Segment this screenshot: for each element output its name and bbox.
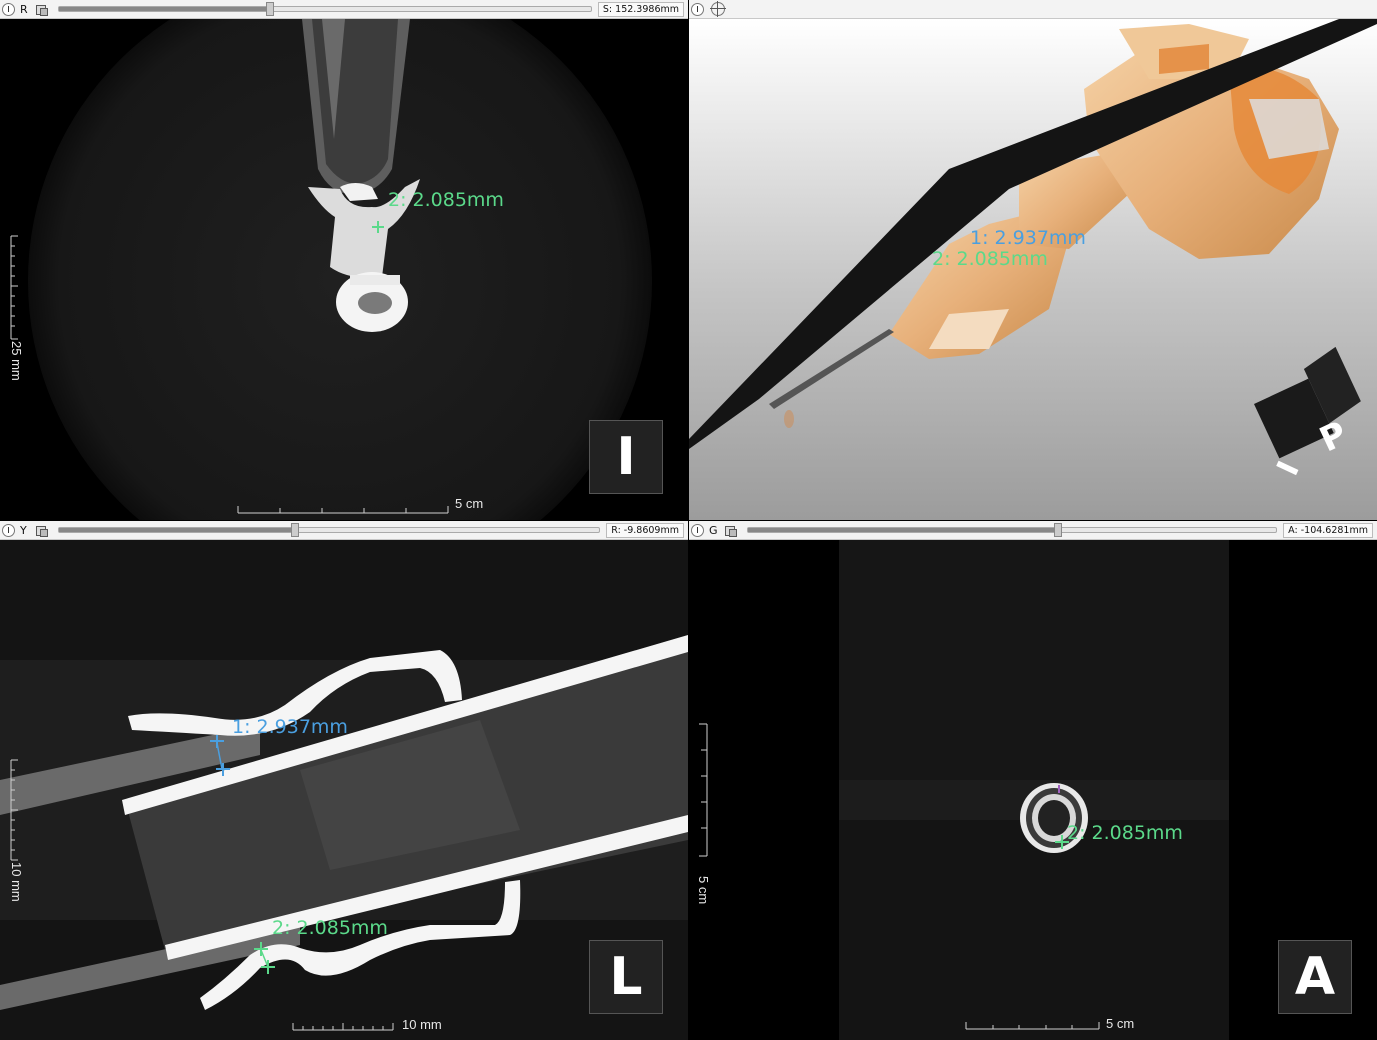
link-views-icon[interactable] [34,524,48,537]
view-top-left[interactable]: R S: 152.3986mm 2: 2.085mm 25 mm 5 cm I [0,0,688,520]
threed-render-canvas[interactable]: 1: 2.937mm 2: 2.085mm P I [689,19,1377,520]
view-controller-toggle-icon[interactable] [2,523,15,537]
slice-toolbar-bottom-left: Y R: -9.8609mm [0,521,688,540]
threed-toolbar [689,0,1377,19]
measurement-label-1[interactable]: 1: 2.937mm [970,227,1086,249]
measurement-label-2[interactable]: 2: 2.085mm [272,917,388,939]
view-bottom-right[interactable]: G A: -104.6281mm 2: 2.085mm 5 cm 5 cm A [689,521,1377,1040]
view-color-letter: R [20,2,28,16]
vertical-scale-label: 10 mm [9,862,24,902]
orientation-marker: A [1278,940,1352,1014]
slice-toolbar-bottom-right: G A: -104.6281mm [689,521,1377,540]
horizontal-scale-label: 5 cm [1106,1016,1135,1031]
orientation-marker: L [589,940,663,1014]
link-views-icon[interactable] [723,524,737,537]
view-controller-toggle-icon[interactable] [691,523,704,537]
vertical-scale-label: 25 mm [9,341,24,381]
slice-offset-slider[interactable] [58,523,601,537]
horizontal-scale-label: 10 mm [402,1017,442,1032]
view-controller-toggle-icon[interactable] [691,2,704,16]
vertical-scale-label: 5 cm [696,876,711,905]
axial-image-canvas[interactable]: 2: 2.085mm 25 mm 5 cm I [0,19,688,520]
measurement-label-2[interactable]: 2: 2.085mm [1067,822,1183,844]
measurement-label-1[interactable]: 1: 2.937mm [232,716,348,738]
slider-handle[interactable] [1054,523,1063,537]
slider-fill [59,528,292,532]
view-color-letter: G [709,523,718,537]
slice-offset-slider[interactable] [58,2,592,16]
view-color-letter: Y [20,523,27,537]
link-views-icon[interactable] [34,3,48,16]
view-3d[interactable]: 1: 2.937mm 2: 2.085mm P I [689,0,1377,520]
measurement-label-2[interactable]: 2: 2.085mm [388,189,504,211]
sagittal-ct-slice [0,540,688,1040]
measurement-label-2[interactable]: 2: 2.085mm [932,248,1048,270]
view-controller-toggle-icon[interactable] [2,2,15,16]
slider-fill [59,7,267,11]
slice-offset-slider[interactable] [747,523,1278,537]
orientation-marker: I [589,420,663,494]
slice-offset-readout: R: -9.8609mm [606,522,684,538]
slice-offset-readout: S: 152.3986mm [597,1,684,17]
sagittal-image-canvas[interactable]: 1: 2.937mm 2: 2.085mm 10 mm 10 mm L [0,540,688,1040]
slice-offset-readout: A: -104.6281mm [1283,522,1373,538]
slice-toolbar-top-left: R S: 152.3986mm [0,0,688,19]
axial-ct-slice [0,19,688,520]
horizontal-scale-label: 5 cm [455,496,484,511]
center-target-icon[interactable] [710,1,726,17]
slider-handle[interactable] [291,523,300,537]
view-bottom-left[interactable]: Y R: -9.8609mm 1: 2.937mm 2: 2.085mm 10 … [0,521,688,1040]
slider-handle[interactable] [266,2,275,16]
coronal-ct-slice [689,540,1377,1040]
coronal-image-canvas[interactable]: 2: 2.085mm 5 cm 5 cm A [689,540,1377,1040]
slider-fill [748,528,1055,532]
